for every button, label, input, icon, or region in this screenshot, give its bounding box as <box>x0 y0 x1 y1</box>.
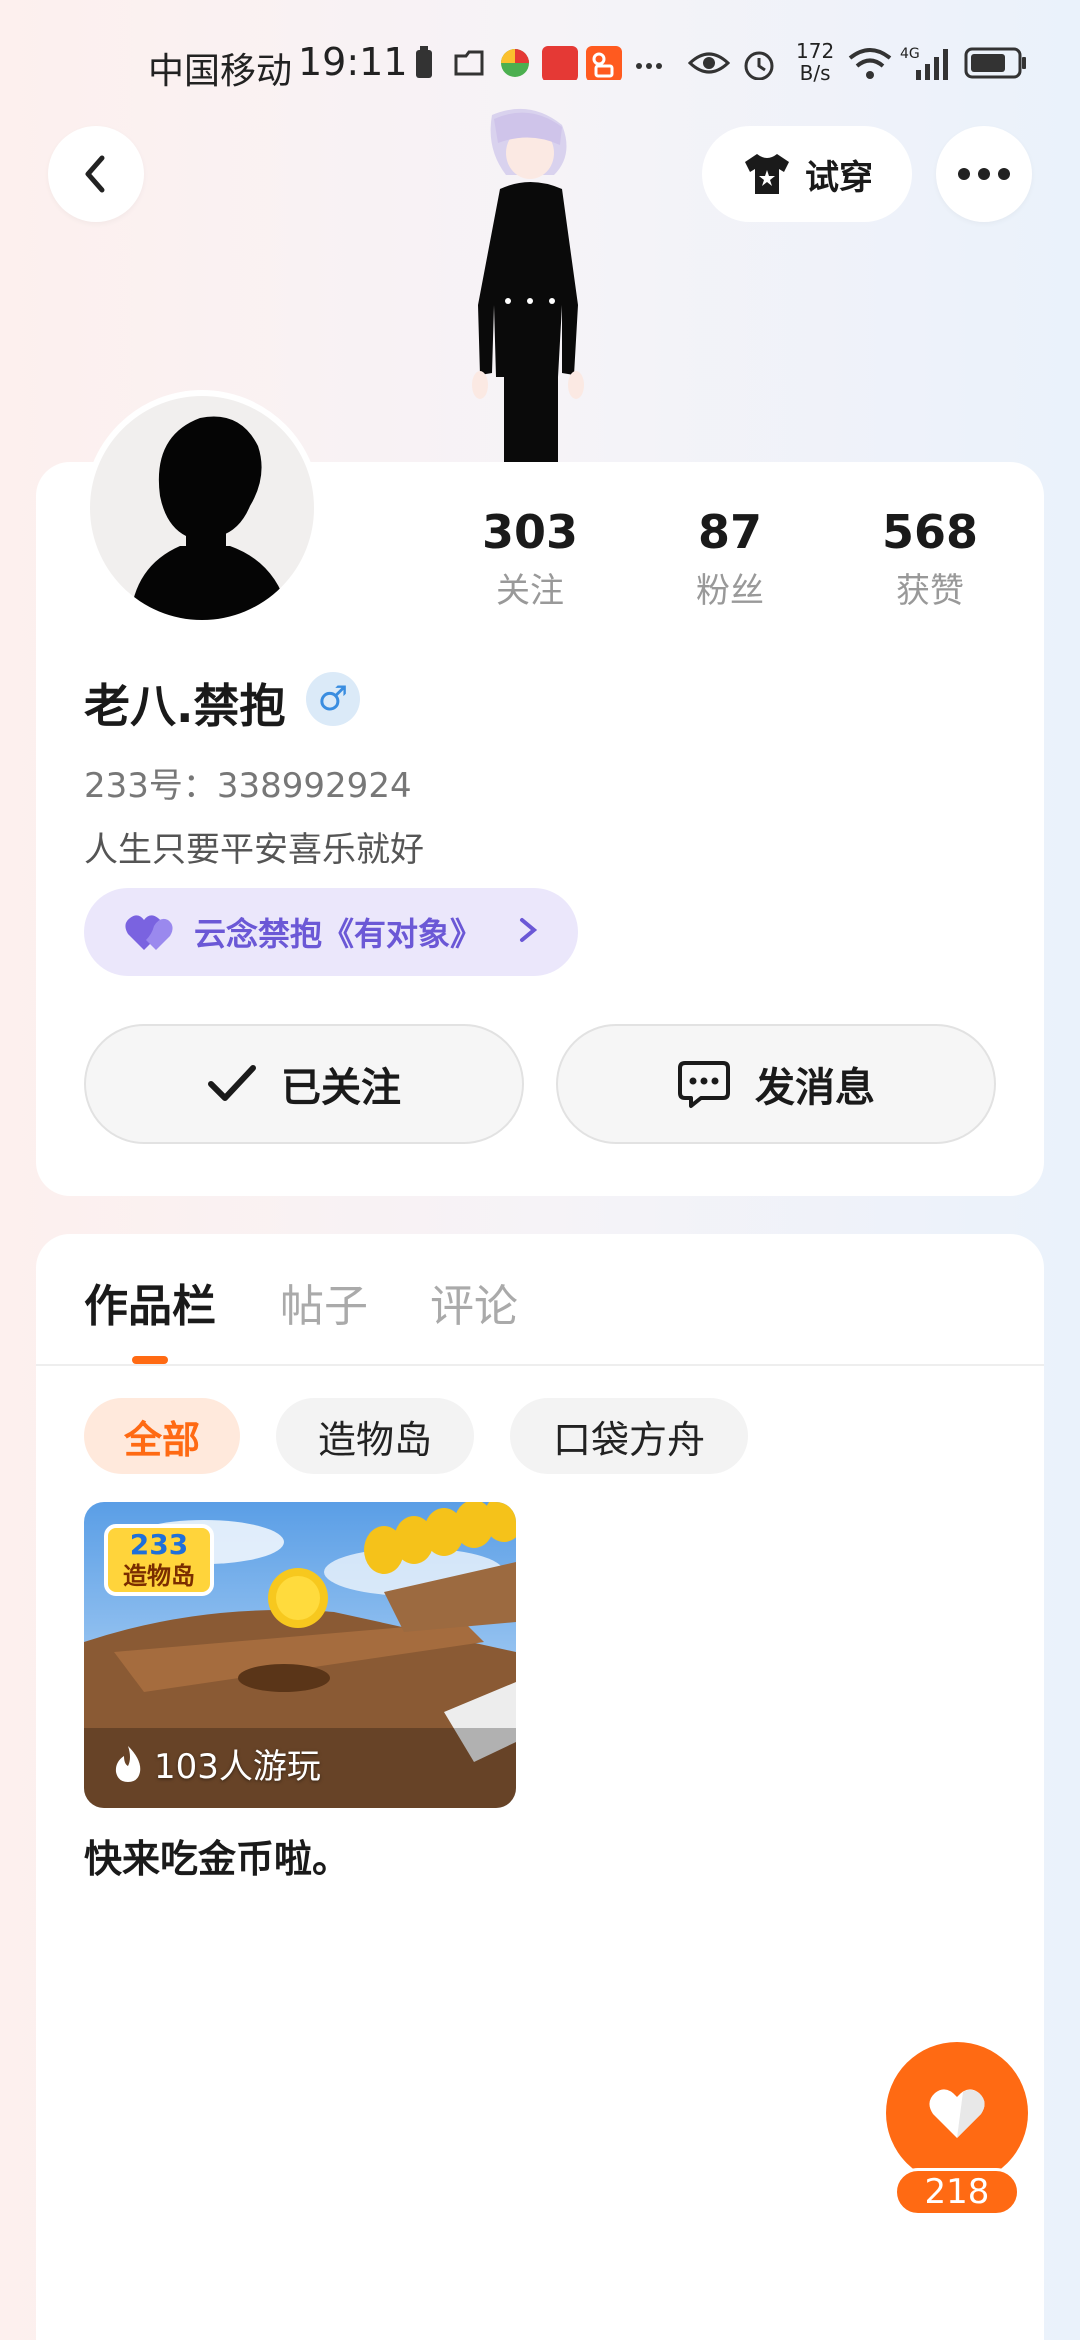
game-title[interactable]: 快来吃金币啦。 <box>84 1828 350 1883</box>
tab-divider <box>36 1364 1044 1366</box>
wifi-icon <box>848 48 892 79</box>
chevron-left-icon <box>85 155 105 193</box>
double-heart-icon <box>125 915 173 950</box>
likes-received-count: 568 <box>881 505 979 559</box>
followers-label: 粉丝 <box>696 571 764 611</box>
following-stat[interactable]: 303 关注 <box>430 505 630 612</box>
following-count: 303 <box>481 505 579 559</box>
followed-label: 已关注 <box>281 1065 401 1111</box>
stats-row: 303 关注 87 粉丝 568 获赞 <box>430 505 1030 612</box>
game-card[interactable]: 233 造物岛 103人游玩 <box>84 1502 516 1808</box>
back-button[interactable] <box>48 126 144 222</box>
try-on-button[interactable]: 试穿 <box>702 126 912 222</box>
username: 老八.禁抱 <box>84 679 286 733</box>
like-count: 218 <box>894 2168 1020 2216</box>
filter-chip-pocket-ark[interactable]: 口袋方舟 <box>510 1398 748 1474</box>
game-logo-bottom: 造物岛 <box>123 1562 195 1590</box>
players-count: 103人游玩 <box>112 1739 321 1788</box>
relationship-tag[interactable]: 云念禁抱《有对象》 <box>84 888 578 976</box>
network-speed: 172 B/s <box>796 39 835 85</box>
following-label: 关注 <box>496 571 564 611</box>
user-id: 233号：338992924 <box>84 766 412 806</box>
carrier-label: 中国移动 <box>148 51 293 92</box>
followers-stat[interactable]: 87 粉丝 <box>630 505 830 612</box>
tab-works[interactable]: 作品栏 <box>84 1270 216 1334</box>
clock: 19:11 <box>298 40 408 84</box>
tab-comments[interactable]: 评论 <box>430 1270 518 1334</box>
followers-count: 87 <box>697 505 762 559</box>
huawei-app-icon <box>542 46 578 80</box>
eye-icon <box>688 52 730 74</box>
likes-received-label: 获赞 <box>896 571 964 611</box>
signal-icon <box>916 49 948 80</box>
check-icon <box>208 1065 256 1101</box>
kuaishou-app-icon <box>586 46 622 80</box>
filter-chip-all[interactable]: 全部 <box>84 1398 240 1474</box>
character-avatar-figure[interactable] <box>450 105 610 465</box>
bio: 人生只要平安喜乐就好 <box>84 830 424 870</box>
chat-bubble-icon <box>678 1061 730 1108</box>
tab-posts[interactable]: 帖子 <box>280 1270 368 1334</box>
tshirt-icon <box>745 154 789 194</box>
avatar[interactable] <box>84 390 320 626</box>
more-button[interactable] <box>936 126 1032 222</box>
try-on-label: 试穿 <box>805 157 873 198</box>
alarm-icon <box>744 51 774 80</box>
active-tab-indicator <box>132 1356 168 1364</box>
app-notification-icon <box>501 49 529 77</box>
send-message-label: 发消息 <box>755 1065 875 1111</box>
filter-chip-creation-island[interactable]: 造物岛 <box>276 1398 474 1474</box>
battery-icon <box>964 47 1026 79</box>
likes-stat[interactable]: 568 获赞 <box>830 505 1030 612</box>
fire-icon <box>115 1745 141 1782</box>
folder-icon <box>454 50 484 76</box>
chevron-right-icon <box>520 918 538 942</box>
players-count-label: 103人游玩 <box>154 1747 321 1787</box>
more-notifications-icon <box>636 63 662 69</box>
more-dots-icon <box>958 168 1010 180</box>
game-logo-top: 233 <box>130 1528 188 1561</box>
male-gender-icon: ♂ <box>306 672 360 726</box>
like-button[interactable] <box>886 2042 1028 2184</box>
avatar-silhouette-icon <box>130 416 290 620</box>
followed-button[interactable]: 已关注 <box>84 1024 524 1144</box>
heart-icon <box>929 2089 985 2138</box>
relationship-tag-label: 云念禁抱《有对象》 <box>194 915 483 953</box>
battery-saver-icon <box>416 46 432 78</box>
send-message-button[interactable]: 发消息 <box>556 1024 996 1144</box>
